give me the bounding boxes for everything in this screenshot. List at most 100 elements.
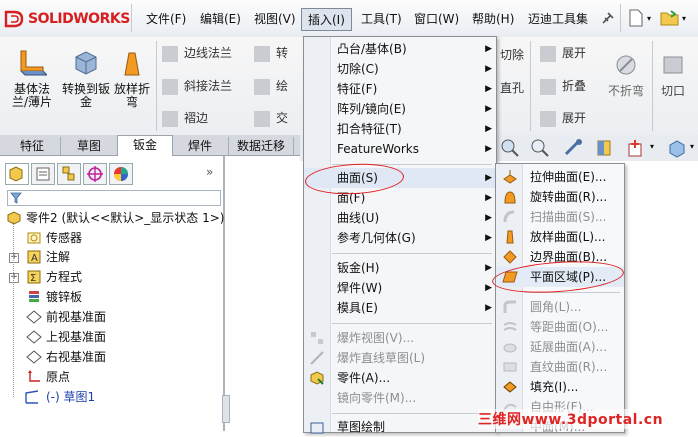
previous-view-icon[interactable] xyxy=(562,138,584,158)
menu-window[interactable]: 窗口(W) xyxy=(414,10,459,27)
hole-button[interactable]: 直孔 xyxy=(500,79,524,96)
tree-item-annotations[interactable]: + A 注解 xyxy=(0,247,218,267)
chevron-down-icon[interactable]: ▾ xyxy=(690,142,694,151)
menu-file[interactable]: 文件(F) xyxy=(146,10,186,27)
fold-button[interactable]: 折叠 xyxy=(540,77,586,95)
unfold-button[interactable]: 展开 xyxy=(540,44,586,62)
display-style-icon[interactable] xyxy=(666,138,688,158)
tree-item-origin[interactable]: 原点 xyxy=(0,367,218,387)
convert-sheet-metal-button[interactable]: 转换到钣金 xyxy=(62,49,110,109)
annotation-icon: A xyxy=(27,250,41,264)
zoom-fit-icon[interactable] xyxy=(500,138,520,158)
menu-separator xyxy=(332,323,492,324)
tab-sheet-metal[interactable]: 钣金 xyxy=(117,135,173,157)
miter-flange-button[interactable]: 斜接法兰 xyxy=(162,77,232,95)
menu-item-pattern-mirror[interactable]: 阵列/镜向(E) ▶ xyxy=(304,99,496,119)
submenu-item-revolved-surface[interactable]: 旋转曲面(R)... xyxy=(496,187,624,207)
tree-item-sketch1[interactable]: (-) 草图1 xyxy=(0,387,218,407)
menu-edit[interactable]: 编辑(E) xyxy=(200,10,241,27)
sensor-icon xyxy=(27,232,41,244)
chevron-down-icon[interactable]: ▾ xyxy=(650,142,654,151)
menu-tools[interactable]: 工具(T) xyxy=(361,10,402,27)
rip-icon xyxy=(663,56,683,74)
chevron-down-icon[interactable]: ▾ xyxy=(682,14,686,23)
display-manager-tab[interactable] xyxy=(109,163,133,185)
submenu-item-label: 延展曲面(A)... xyxy=(530,340,608,354)
explode-line-icon xyxy=(310,351,324,365)
tree-item-equations[interactable]: + Σ 方程式 xyxy=(0,267,218,287)
menu-item-features[interactable]: 特征(F) ▶ xyxy=(304,79,496,99)
open-folder-icon[interactable] xyxy=(660,9,680,27)
configuration-icon xyxy=(62,166,75,181)
menu-item-fastening-features[interactable]: 扣合特征(T) ▶ xyxy=(304,119,496,139)
tree-item-top-plane[interactable]: 上视基准面 xyxy=(0,327,218,347)
submenu-item-swept-surface[interactable]: 扫描曲面(S)... xyxy=(496,207,624,227)
menu-item-cut[interactable]: 切除(C) ▶ xyxy=(304,59,496,79)
cut-button[interactable]: 切除 xyxy=(500,46,524,63)
submenu-item-ruled-surface[interactable]: 直纹曲面(R)... xyxy=(496,357,624,377)
tree-item-front-plane[interactable]: 前视基准面 xyxy=(0,307,218,327)
no-bends-button[interactable]: 不折弯 xyxy=(606,51,646,98)
solidworks-logo[interactable]: SOLIDWORKS xyxy=(4,7,130,31)
tree-item-label: 上视基准面 xyxy=(46,330,107,344)
dimxpert-tab[interactable] xyxy=(83,163,107,185)
menu-item-weldments[interactable]: 焊件(W) ▶ xyxy=(304,278,496,298)
tree-connector xyxy=(13,222,15,397)
flatten-button[interactable]: 展开 xyxy=(540,109,586,127)
submenu-item-fillet[interactable]: 圆角(L)... xyxy=(496,297,624,317)
hem-button[interactable]: 褶边 xyxy=(162,109,208,127)
submenu-item-radiate-surface[interactable]: 延展曲面(A)... xyxy=(496,337,624,357)
cross-break-button[interactable]: 交 xyxy=(254,109,288,127)
edge-flange-button[interactable]: 边线法兰 xyxy=(162,44,232,62)
submenu-item-extruded-surface[interactable]: 拉伸曲面(E)... xyxy=(496,167,624,187)
menu-item-part[interactable]: 零件(A)... xyxy=(304,368,496,388)
tree-item-material[interactable]: 镀锌板 xyxy=(0,287,218,307)
property-manager-tab[interactable] xyxy=(31,163,55,185)
tab-features[interactable]: 特征 xyxy=(4,137,61,155)
menu-item-reference-geometry[interactable]: 参考几何体(G) ▶ xyxy=(304,228,496,248)
sketched-bend-button[interactable]: 绘 xyxy=(254,77,288,95)
tree-item-sensors[interactable]: 传感器 xyxy=(0,228,218,248)
submenu-item-fill-surface[interactable]: 填充(I)... xyxy=(496,377,624,397)
rip-button[interactable]: 切口 xyxy=(656,51,690,98)
jog-button[interactable]: 转 xyxy=(254,44,288,62)
submenu-item-lofted-surface[interactable]: 放样曲面(L)... xyxy=(496,227,624,247)
base-flange-button[interactable]: 基体法兰/薄片 xyxy=(8,49,56,109)
menu-item-molds[interactable]: 模具(E) ▶ xyxy=(304,298,496,318)
tree-root-part[interactable]: 零件2 (默认<<默认>_显示状态 1>) xyxy=(4,208,224,228)
menu-item-sketch[interactable]: 草图绘制 xyxy=(304,417,496,437)
expand-panel-icon[interactable]: » xyxy=(206,165,213,179)
chevron-down-icon[interactable]: ▾ xyxy=(647,14,651,23)
menu-item-mirror-part[interactable]: 镜向零件(M)... xyxy=(304,388,496,408)
lofted-bend-button[interactable]: 放样折弯 xyxy=(112,49,152,109)
submenu-item-offset-surface[interactable]: 等距曲面(O)... xyxy=(496,317,624,337)
configuration-manager-tab[interactable] xyxy=(57,163,81,185)
pin-icon[interactable] xyxy=(598,10,616,28)
menu-item-featureworks[interactable]: FeatureWorks ▶ xyxy=(304,139,496,159)
section-view-icon[interactable] xyxy=(594,138,614,158)
menu-help[interactable]: 帮助(H) xyxy=(472,10,514,27)
extruded-surface-icon xyxy=(503,170,517,184)
new-document-icon[interactable] xyxy=(628,9,644,27)
feature-manager-tab[interactable] xyxy=(5,163,29,185)
menu-view[interactable]: 视图(V) xyxy=(254,10,296,27)
tab-data-migration[interactable]: 数据迁移 xyxy=(229,137,294,155)
view-orientation-icon[interactable] xyxy=(626,138,648,158)
ribbon-divider xyxy=(652,41,653,131)
zoom-area-icon[interactable] xyxy=(530,138,550,158)
tree-filter-input[interactable] xyxy=(7,190,221,206)
rip-label: 切口 xyxy=(660,84,685,98)
equation-icon: Σ xyxy=(27,270,41,284)
menu-item-sheet-metal[interactable]: 钣金(H) ▶ xyxy=(304,258,496,278)
material-icon xyxy=(29,291,39,302)
tab-sketch[interactable]: 草图 xyxy=(61,137,118,155)
panel-splitter-handle[interactable] xyxy=(222,395,230,423)
menu-item-boss-base[interactable]: 凸台/基体(B) ▶ xyxy=(304,39,496,59)
menu-maidi-tools[interactable]: 迈迪工具集 xyxy=(528,10,588,27)
menu-item-curve[interactable]: 曲线(U) ▶ xyxy=(304,208,496,228)
menu-insert[interactable]: 插入(I) xyxy=(301,8,352,31)
tree-item-right-plane[interactable]: 右视基准面 xyxy=(0,347,218,367)
menu-item-exploded-view[interactable]: 爆炸视图(V)... xyxy=(304,328,496,348)
menu-item-explode-line-sketch[interactable]: 爆炸直线草图(L) xyxy=(304,348,496,368)
tab-weldments[interactable]: 焊件 xyxy=(172,137,229,155)
